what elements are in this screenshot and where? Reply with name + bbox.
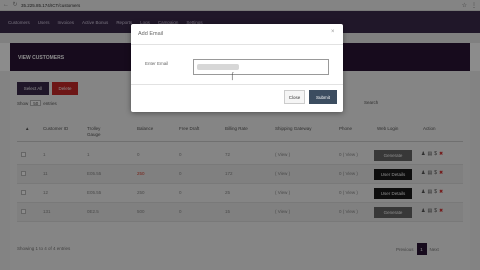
close-button[interactable]: Close — [284, 90, 305, 104]
email-field[interactable] — [193, 59, 329, 75]
modal-divider — [131, 84, 343, 85]
add-email-modal: Add Email × Enter Email ⌠ Close Submit — [131, 24, 343, 112]
modal-divider — [131, 44, 343, 45]
submit-button[interactable]: Submit — [309, 90, 337, 104]
redacted-email-value — [197, 64, 239, 70]
text-cursor-icon: ⌠ — [230, 73, 235, 80]
close-icon[interactable]: × — [331, 29, 335, 35]
modal-title: Add Email — [138, 31, 164, 37]
email-label: Enter Email — [145, 61, 169, 66]
